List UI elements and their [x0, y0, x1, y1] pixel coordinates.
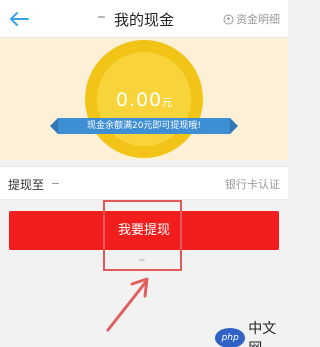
- site-watermark: php 中文网: [215, 318, 288, 347]
- watermark-logo: php: [215, 328, 246, 347]
- arrow-shaft: [106, 281, 147, 332]
- watermark-text: 中文网: [248, 321, 277, 347]
- annotation-arrow: [106, 277, 149, 332]
